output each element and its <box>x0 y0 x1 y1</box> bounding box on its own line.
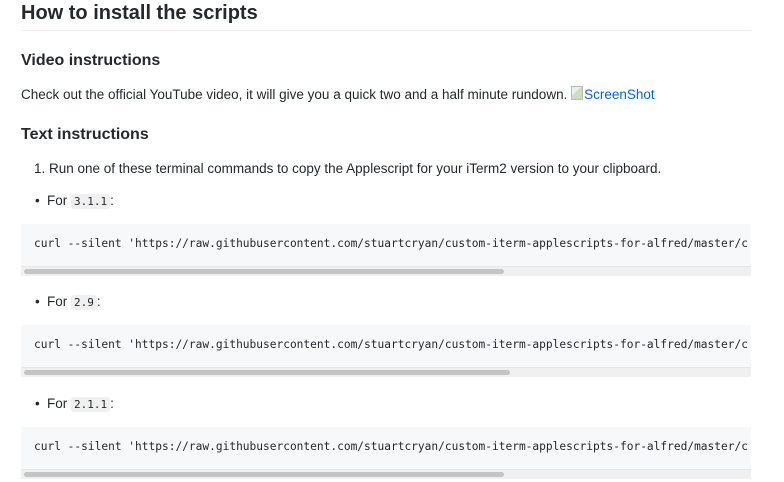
scrollbar-thumb[interactable] <box>24 269 504 274</box>
curl-command[interactable]: curl --silent 'https://raw.githubusercon… <box>34 338 748 352</box>
version-bullet-2-1-1: • For 2.1.1: <box>35 395 114 414</box>
code-block-3-1-1[interactable]: curl --silent 'https://raw.githubusercon… <box>21 224 751 276</box>
horizontal-scrollbar[interactable] <box>21 367 751 377</box>
scrollbar-thumb[interactable] <box>24 370 510 375</box>
curl-command[interactable]: curl --silent 'https://raw.githubusercon… <box>34 440 748 454</box>
version-bullet-3-1-1: • For 3.1.1: <box>35 192 114 211</box>
scrollbar-thumb[interactable] <box>24 472 504 477</box>
horizontal-scrollbar[interactable] <box>21 469 751 479</box>
curl-command[interactable]: curl --silent 'https://raw.githubusercon… <box>34 237 748 251</box>
bullet-dot: • <box>35 294 40 309</box>
text-instructions-heading: Text instructions <box>21 126 149 143</box>
bullet-suffix: : <box>110 193 114 208</box>
broken-image-icon <box>571 86 584 100</box>
code-block-2-9[interactable]: curl --silent 'https://raw.githubusercon… <box>21 325 751 377</box>
version-code: 2.1.1 <box>71 397 111 412</box>
version-bullet-2-9: • For 2.9: <box>35 293 101 312</box>
screenshot-image-link[interactable]: ScreenShot <box>571 86 655 102</box>
bullet-prefix: For <box>47 193 68 208</box>
version-code: 3.1.1 <box>71 194 111 209</box>
bullet-dot: • <box>35 396 40 411</box>
bullet-prefix: For <box>47 396 68 411</box>
readme-content: How to install the scripts Video instruc… <box>21 0 751 479</box>
screenshot-alt-text: ScreenShot <box>584 87 655 102</box>
step-1-text: 1. Run one of these terminal commands to… <box>34 161 662 176</box>
video-instructions-heading: Video instructions <box>21 52 161 69</box>
version-code: 2.9 <box>71 295 97 310</box>
code-block-2-1-1[interactable]: curl --silent 'https://raw.githubusercon… <box>21 427 751 479</box>
bullet-dot: • <box>35 193 40 208</box>
bullet-suffix: : <box>96 294 101 309</box>
video-intro-paragraph: Check out the official YouTube video, it… <box>21 86 655 104</box>
bullet-suffix: : <box>110 396 114 411</box>
video-intro-text: Check out the official YouTube video, it… <box>21 87 568 102</box>
bullet-prefix: For <box>47 294 68 309</box>
horizontal-scrollbar[interactable] <box>21 266 751 276</box>
section-heading: How to install the scripts <box>21 0 751 31</box>
